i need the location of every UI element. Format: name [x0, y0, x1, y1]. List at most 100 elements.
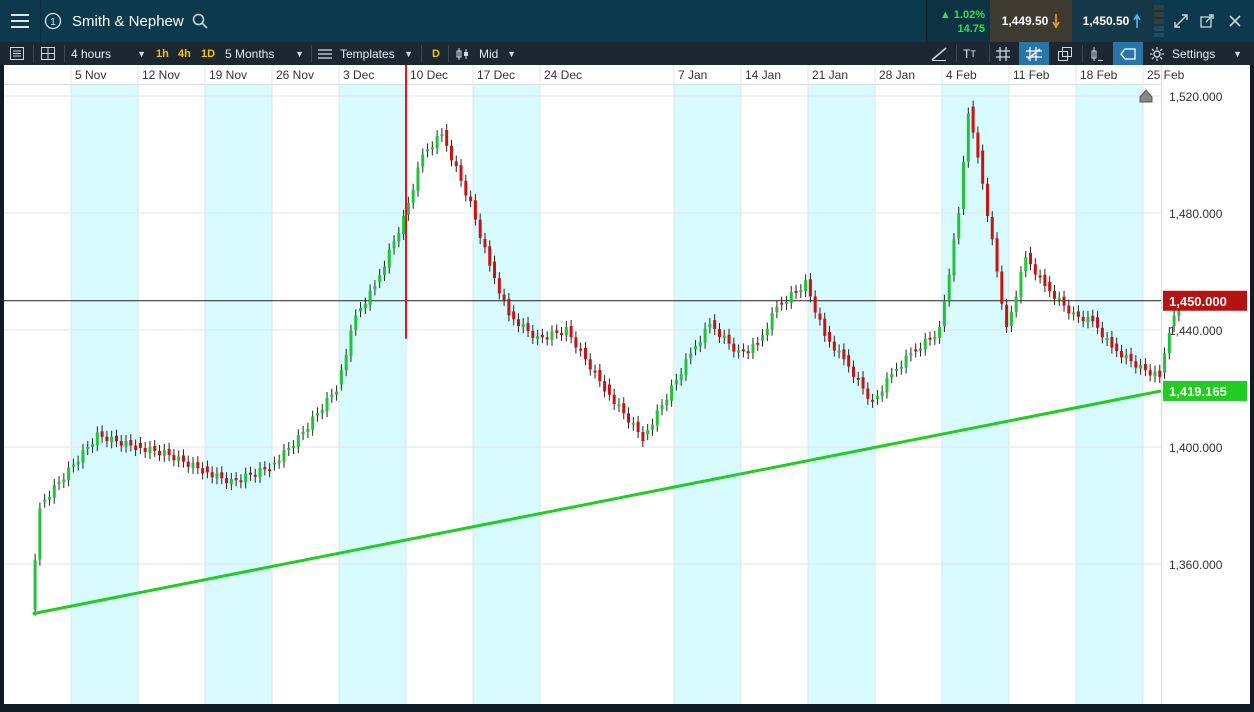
candle-body [292, 446, 296, 449]
popout-icon[interactable] [1194, 0, 1220, 42]
toolbar-divider [1082, 45, 1083, 62]
candle-body [784, 301, 788, 304]
interval-1h-button[interactable]: 1h [156, 42, 169, 65]
grid-icon[interactable] [996, 42, 1014, 65]
candle-body [186, 461, 190, 467]
text-tool-icon[interactable]: TT [963, 42, 983, 65]
list-icon[interactable] [10, 42, 26, 65]
candle-body [794, 290, 798, 293]
interval-select[interactable]: 4 hours ▼ [71, 42, 149, 65]
candle-body [114, 435, 118, 442]
candle-body [397, 233, 401, 242]
candle-body [636, 421, 640, 433]
candle-body [1062, 296, 1066, 306]
y-tick-label: 1,480.000 [1169, 207, 1223, 221]
candle-body [435, 136, 439, 149]
price-chart[interactable]: 5 Nov 12 Nov 19 Nov 26 Nov 3 Dec 10 Dec 17 Dec… [4, 65, 1250, 704]
gear-icon [1150, 46, 1164, 61]
candle-body [847, 355, 851, 367]
range-select[interactable]: 5 Months ▼ [225, 42, 307, 65]
candle-body [330, 394, 334, 397]
x-tick-label: 11 Feb [1013, 68, 1050, 82]
candle-body [320, 410, 324, 414]
candle-body [426, 149, 430, 152]
candle-body [459, 165, 463, 181]
candle-body [373, 286, 377, 290]
change-absolute: 14.75 [957, 23, 985, 35]
candle-body [119, 441, 123, 446]
grid-arrow-glyph [1026, 46, 1042, 61]
trendline-tool-icon[interactable] [931, 42, 951, 65]
candle-body [1091, 315, 1095, 322]
week-shade-band [339, 85, 406, 704]
candle-body [315, 413, 319, 416]
candle-body [756, 342, 760, 345]
candle-body [703, 328, 707, 343]
candle-body [531, 330, 535, 338]
week-shade-band [942, 85, 1009, 704]
price-type-select[interactable]: Mid ▼ [455, 42, 519, 65]
interval-4h-button[interactable]: 4h [178, 42, 191, 65]
x-tick-label: 14 Jan [745, 68, 781, 82]
expand-glyph [1174, 14, 1188, 28]
x-tick-label: 3 Dec [343, 68, 374, 82]
crosshair-grid-icon[interactable] [1019, 42, 1049, 65]
candle-body [1172, 315, 1176, 326]
candle-body [928, 337, 932, 340]
candle-body [1033, 264, 1037, 275]
candle-body [464, 180, 468, 196]
candle-body [823, 318, 827, 336]
candle-body [895, 368, 899, 371]
chart-area[interactable]: 5 Nov 12 Nov 19 Nov 26 Nov 3 Dec 10 Dec 17 Dec… [4, 65, 1250, 704]
interval-1d-button[interactable]: 1D [201, 42, 215, 65]
candle-body [325, 397, 329, 412]
search-icon[interactable] [192, 13, 208, 29]
candle-body [962, 161, 966, 209]
candle-body [780, 302, 784, 305]
candle-body [100, 431, 104, 437]
candle-body [808, 279, 812, 297]
candle-body [258, 468, 262, 477]
market-depth-icon[interactable] [1152, 4, 1166, 38]
instrument-title[interactable]: Smith & Nephew [72, 0, 208, 42]
close-icon[interactable] [1222, 0, 1248, 42]
expand-icon[interactable] [1168, 0, 1194, 42]
candle-body [880, 391, 884, 396]
copy-icon[interactable] [1058, 42, 1076, 65]
candle-body [914, 349, 918, 352]
menu-icon[interactable] [0, 0, 41, 42]
candle-body [646, 429, 650, 435]
candle-body [545, 337, 549, 340]
indicator-icon[interactable] [1089, 42, 1107, 65]
eraser-tool-icon[interactable] [1113, 42, 1143, 65]
candle-body [449, 145, 453, 161]
templates-select[interactable]: Templates ▼ [318, 42, 416, 65]
candle-body [866, 388, 870, 399]
candle-body [579, 348, 583, 351]
chevron-down-icon: ▼ [137, 48, 146, 59]
candle-body [694, 346, 698, 350]
toolbar-divider [989, 45, 990, 62]
candle-body [507, 298, 511, 316]
week-shade-band [674, 85, 741, 704]
candle-body [95, 432, 99, 446]
tag-glyph [1120, 47, 1136, 60]
candle-body [359, 308, 363, 312]
layout-icon[interactable] [41, 42, 57, 65]
candle-body [985, 183, 989, 216]
d-badge[interactable]: D [432, 42, 440, 65]
candle-body [1153, 371, 1157, 377]
candle-body [497, 278, 501, 294]
hash-glyph [996, 46, 1010, 61]
candle-body [215, 473, 219, 479]
sell-button[interactable]: 1,449.50 [990, 0, 1072, 42]
settings-button[interactable]: Settings ▼ [1150, 42, 1246, 65]
candle-body [368, 290, 372, 305]
candle-body [1096, 317, 1100, 328]
candle-body [966, 113, 970, 162]
candle-body [277, 460, 281, 463]
info-icon[interactable]: 1 [40, 0, 66, 42]
buy-button[interactable]: 1,450.50 [1072, 0, 1152, 42]
candle-body [828, 331, 832, 342]
candle-body [1100, 327, 1104, 338]
